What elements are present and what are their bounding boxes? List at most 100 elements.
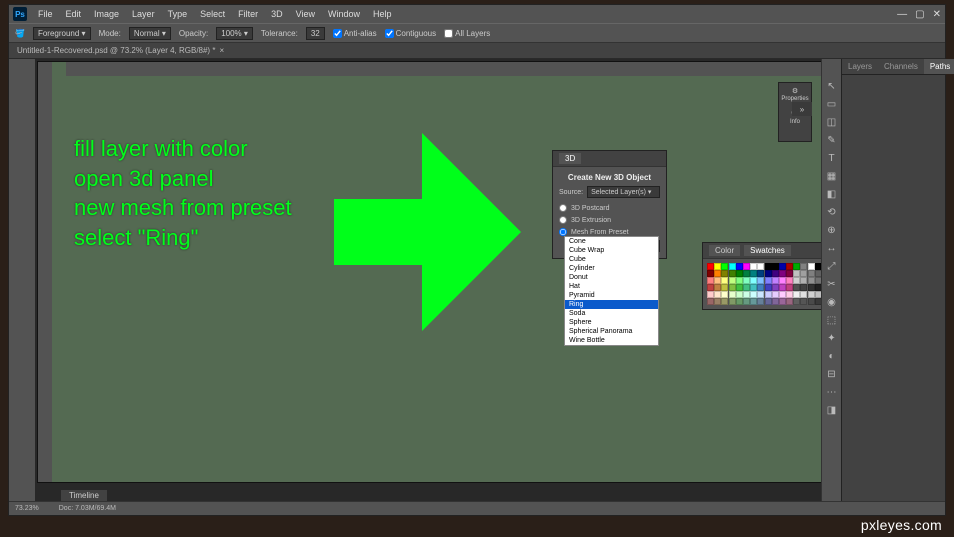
swatch[interactable] bbox=[765, 298, 772, 305]
color-tab[interactable]: Color bbox=[709, 245, 740, 256]
swatch[interactable] bbox=[808, 263, 815, 270]
swatch[interactable] bbox=[772, 298, 779, 305]
swatch[interactable] bbox=[800, 270, 807, 277]
properties-dock-icon[interactable]: ⚙ Properties bbox=[781, 87, 808, 102]
tool-button[interactable]: ↖ bbox=[825, 79, 839, 93]
preset-option[interactable]: Donut bbox=[565, 273, 658, 282]
swatches-tab[interactable]: Swatches bbox=[744, 245, 791, 256]
swatch[interactable] bbox=[779, 277, 786, 284]
menu-filter[interactable]: Filter bbox=[233, 7, 263, 21]
swatch[interactable] bbox=[750, 291, 757, 298]
swatch[interactable] bbox=[721, 263, 728, 270]
tool-button[interactable]: ✂ bbox=[825, 277, 839, 291]
minimize-icon[interactable]: — bbox=[897, 9, 907, 20]
swatch[interactable] bbox=[729, 270, 736, 277]
swatch[interactable] bbox=[772, 284, 779, 291]
swatch[interactable] bbox=[736, 270, 743, 277]
swatch[interactable] bbox=[736, 291, 743, 298]
swatch[interactable] bbox=[793, 284, 800, 291]
swatch[interactable] bbox=[808, 298, 815, 305]
swatch[interactable] bbox=[793, 298, 800, 305]
swatch[interactable] bbox=[800, 298, 807, 305]
swatch[interactable] bbox=[793, 270, 800, 277]
contiguous-checkbox[interactable]: Contiguous bbox=[385, 29, 436, 38]
swatch[interactable] bbox=[714, 263, 721, 270]
swatch[interactable] bbox=[765, 291, 772, 298]
swatch[interactable] bbox=[743, 277, 750, 284]
swatch[interactable] bbox=[721, 284, 728, 291]
swatch[interactable] bbox=[757, 277, 764, 284]
blend-mode-select[interactable]: Normal ▾ bbox=[129, 27, 171, 40]
swatch[interactable] bbox=[729, 291, 736, 298]
zoom-level[interactable]: 73.23% bbox=[15, 505, 39, 512]
swatch[interactable] bbox=[743, 284, 750, 291]
swatch[interactable] bbox=[757, 284, 764, 291]
swatch[interactable] bbox=[736, 263, 743, 270]
preset-option[interactable]: Ring bbox=[565, 300, 658, 309]
tolerance-input[interactable]: 32 bbox=[306, 27, 325, 40]
swatch[interactable] bbox=[707, 298, 714, 305]
swatch[interactable] bbox=[772, 270, 779, 277]
swatch[interactable] bbox=[793, 277, 800, 284]
swatch[interactable] bbox=[765, 270, 772, 277]
swatch[interactable] bbox=[779, 270, 786, 277]
swatch[interactable] bbox=[729, 277, 736, 284]
antialias-checkbox[interactable]: Anti-alias bbox=[333, 29, 377, 38]
tool-button[interactable]: ⊕ bbox=[825, 223, 839, 237]
swatch[interactable] bbox=[707, 263, 714, 270]
swatch[interactable] bbox=[772, 291, 779, 298]
swatch[interactable] bbox=[743, 291, 750, 298]
tool-button[interactable]: ✦ bbox=[825, 331, 839, 345]
menu-edit[interactable]: Edit bbox=[61, 7, 87, 21]
tool-button[interactable]: ⤢ bbox=[825, 259, 839, 273]
menu-type[interactable]: Type bbox=[163, 7, 193, 21]
preset-option[interactable]: Wine Bottle bbox=[565, 336, 658, 345]
swatch[interactable] bbox=[786, 298, 793, 305]
swatch[interactable] bbox=[729, 298, 736, 305]
layers-tab[interactable]: Layers bbox=[842, 59, 878, 74]
tool-button[interactable]: ◉ bbox=[825, 295, 839, 309]
menu-image[interactable]: Image bbox=[89, 7, 124, 21]
tool-button[interactable]: ⟲ bbox=[825, 205, 839, 219]
swatch[interactable] bbox=[808, 270, 815, 277]
swatch[interactable] bbox=[743, 298, 750, 305]
menu-help[interactable]: Help bbox=[368, 7, 397, 21]
tool-button[interactable]: ✎ bbox=[825, 133, 839, 147]
swatch[interactable] bbox=[714, 298, 721, 305]
swatch[interactable] bbox=[793, 263, 800, 270]
menu-3d[interactable]: 3D bbox=[266, 7, 288, 21]
swatch[interactable] bbox=[772, 263, 779, 270]
swatch[interactable] bbox=[736, 284, 743, 291]
channels-tab[interactable]: Channels bbox=[878, 59, 924, 74]
tool-button[interactable]: ◧ bbox=[825, 187, 839, 201]
canvas[interactable]: fill layer with color open 3d panel new … bbox=[37, 61, 943, 483]
document-tab[interactable]: Untitled-1-Recovered.psd @ 73.2% (Layer … bbox=[17, 46, 224, 55]
radio-3d-extrusion[interactable]: 3D Extrusion bbox=[559, 214, 660, 226]
tool-button[interactable]: ◫ bbox=[825, 115, 839, 129]
tab-close-icon[interactable]: × bbox=[219, 46, 224, 55]
preset-option[interactable]: Spherical Panorama bbox=[565, 327, 658, 336]
swatch[interactable] bbox=[721, 291, 728, 298]
swatch[interactable] bbox=[757, 263, 764, 270]
swatch[interactable] bbox=[793, 291, 800, 298]
swatch[interactable] bbox=[743, 270, 750, 277]
swatch[interactable] bbox=[765, 284, 772, 291]
alllayers-checkbox[interactable]: All Layers bbox=[444, 29, 490, 38]
swatch[interactable] bbox=[765, 263, 772, 270]
tool-button[interactable]: ↔ bbox=[825, 241, 839, 255]
tool-button[interactable]: ◐ bbox=[825, 349, 839, 363]
swatch[interactable] bbox=[707, 291, 714, 298]
preset-option[interactable]: Sphere bbox=[565, 318, 658, 327]
swatch[interactable] bbox=[721, 277, 728, 284]
swatch[interactable] bbox=[707, 284, 714, 291]
source-select[interactable]: Selected Layer(s) ▾ bbox=[587, 186, 660, 198]
close-icon[interactable]: ✕ bbox=[933, 9, 941, 20]
timeline-tab[interactable]: Timeline bbox=[61, 490, 107, 501]
swatch[interactable] bbox=[779, 263, 786, 270]
swatch[interactable] bbox=[757, 291, 764, 298]
swatch[interactable] bbox=[714, 277, 721, 284]
tool-button[interactable]: ▭ bbox=[825, 97, 839, 111]
3d-tab[interactable]: 3D bbox=[559, 153, 581, 164]
swatch[interactable] bbox=[714, 270, 721, 277]
swatches-header[interactable]: Color Swatches bbox=[703, 243, 826, 259]
